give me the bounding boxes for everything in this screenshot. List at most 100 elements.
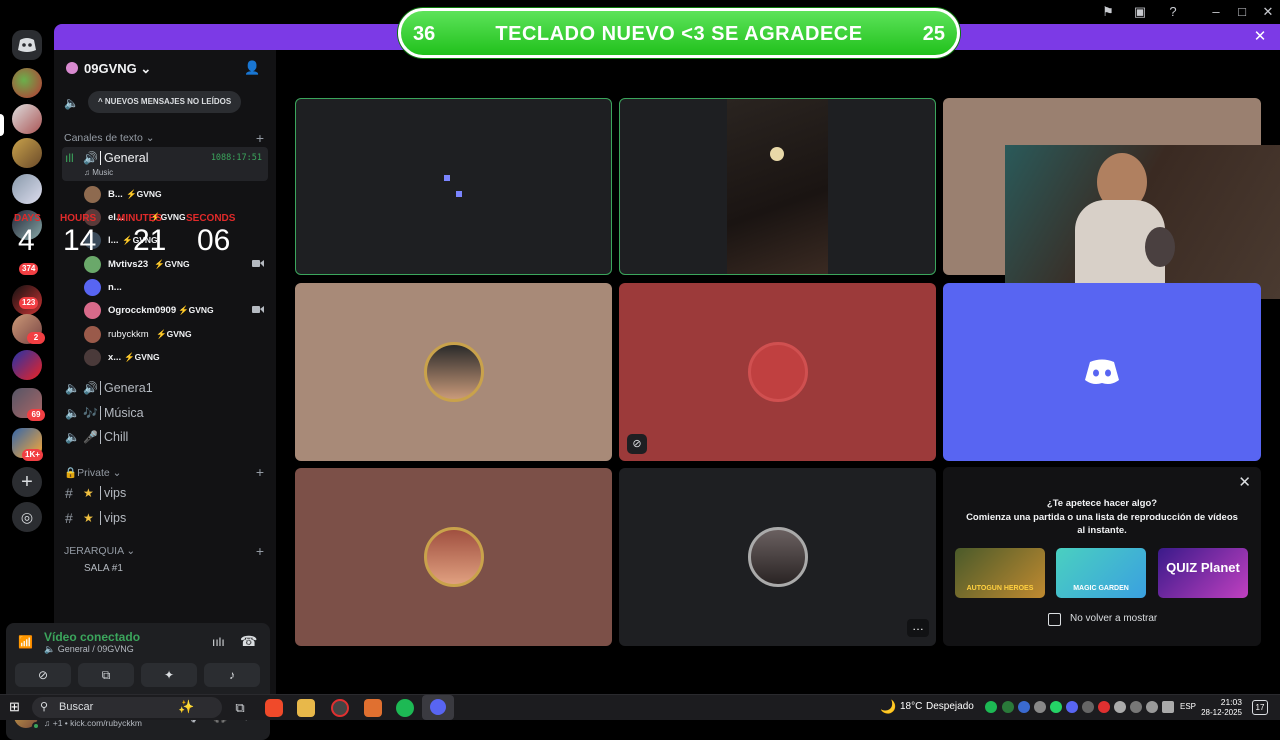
clock-date[interactable]: 28-12-2025: [1196, 708, 1242, 717]
voice-user[interactable]: Mvtivs23 ⚡GVNG: [82, 254, 268, 276]
game-autogun-heroes[interactable]: AUTOGUN HEROES: [955, 548, 1045, 598]
soundboard-button[interactable]: ♪: [204, 663, 260, 687]
channel-general[interactable]: ıll 🔊 General 1088:17:51 ♫ Music: [62, 147, 268, 181]
clock-time[interactable]: 21:03: [1202, 697, 1242, 707]
disconnect-icon[interactable]: ☎: [240, 633, 257, 650]
camera-off-icon: ⊘: [37, 668, 49, 682]
minimize-icon[interactable]: –: [1207, 3, 1225, 21]
noise-suppression-icon[interactable]: ıılı: [212, 635, 225, 649]
channel-musica[interactable]: 🔈 🎶 Música: [62, 402, 268, 426]
add-channel-icon[interactable]: +: [256, 130, 264, 146]
video-tile[interactable]: …: [619, 468, 936, 646]
microphone: [1145, 227, 1175, 267]
weather-desc[interactable]: Despejado: [926, 701, 974, 712]
channel-vips[interactable]: # ★ vips: [62, 507, 268, 531]
close-icon[interactable]: ✕: [1238, 473, 1251, 491]
explore-compass-icon[interactable]: ◎: [12, 502, 42, 532]
voice-user[interactable]: l... ⚡GVNG: [82, 230, 268, 252]
tray-bluetooth-icon[interactable]: [1018, 701, 1030, 713]
server-frog-icon[interactable]: [12, 68, 42, 98]
screen-share-button[interactable]: ⧉: [78, 663, 134, 687]
voice-user[interactable]: x... ⚡GVNG: [82, 347, 268, 369]
voice-user[interactable]: n...: [82, 277, 268, 299]
discord-taskbar-button[interactable]: [422, 695, 454, 720]
app-orange-icon[interactable]: [364, 699, 382, 717]
channel-vips[interactable]: # ★ vips: [62, 482, 268, 506]
search-icon: ⚲: [40, 701, 49, 713]
tray-discord-icon[interactable]: [1066, 701, 1078, 713]
tray-spotify-icon[interactable]: [985, 701, 997, 713]
server-rubyckkm-icon[interactable]: [12, 138, 42, 168]
unread-messages-pill[interactable]: ^ NUEVOS MENSAJES NO LEÍDOS: [88, 91, 242, 113]
camera-off-button[interactable]: ⊘: [15, 663, 71, 687]
task-view-icon[interactable]: ⧉: [231, 699, 249, 717]
voice-user[interactable]: Ogrocckm0909 ⚡GVNG: [82, 300, 268, 322]
avatar: [84, 326, 101, 343]
close-window-icon[interactable]: ✕: [1259, 3, 1277, 21]
category-jerarquia[interactable]: JERARQUIA ⌄: [64, 545, 135, 557]
voice-user[interactable]: el... ⚡GVNG: [82, 207, 268, 229]
discord-home-icon[interactable]: [12, 30, 42, 60]
tray-whatsapp-icon[interactable]: [1050, 701, 1062, 713]
video-tile[interactable]: [295, 98, 612, 275]
video-tile[interactable]: [295, 283, 612, 461]
add-server-icon[interactable]: +: [12, 467, 42, 497]
add-channel-icon[interactable]: +: [256, 543, 264, 559]
more-options-icon[interactable]: …: [907, 619, 929, 637]
weather-temp[interactable]: 18°C: [900, 701, 922, 712]
channel-generai[interactable]: 🔈 🔊 Genera1: [62, 377, 268, 401]
tray-network-icon[interactable]: [1162, 701, 1174, 713]
voice-user[interactable]: B... ⚡GVNG: [82, 184, 268, 206]
video-tile[interactable]: [619, 98, 936, 275]
file-explorer-icon[interactable]: [297, 699, 315, 717]
channel-chill[interactable]: 🔈 🎤 Chill: [62, 426, 268, 450]
brave-browser-icon[interactable]: [265, 699, 283, 717]
help-icon[interactable]: ?: [1164, 3, 1182, 21]
server-avatar-icon[interactable]: [12, 174, 42, 204]
notification-count-icon[interactable]: 17: [1252, 700, 1268, 715]
tray-obs-icon[interactable]: [1098, 701, 1110, 713]
star-icon: ★: [83, 486, 94, 500]
channel-sala-partial[interactable]: SALA #1: [84, 563, 123, 574]
maximize-icon[interactable]: □: [1233, 3, 1251, 21]
server-name[interactable]: 09GVNG ⌄: [84, 61, 151, 77]
tray-app-icon[interactable]: [1002, 701, 1014, 713]
keyboard-language[interactable]: ESP: [1180, 702, 1196, 711]
voice-location[interactable]: 🔈 General / 09GVNG: [44, 644, 134, 655]
popout-icon[interactable]: ▣: [1131, 3, 1149, 21]
timer-label-minutes: MINUTES: [117, 213, 162, 224]
game-quiz-planet[interactable]: QUIZ Planet: [1158, 548, 1248, 598]
voice-status[interactable]: Vídeo conectado: [44, 630, 140, 644]
voice-user-name: rubyckkm: [108, 329, 149, 340]
add-channel-icon[interactable]: +: [256, 464, 264, 480]
inbox-flag-icon[interactable]: ⚑: [1099, 3, 1117, 21]
video-tile[interactable]: ⊘: [619, 283, 936, 461]
tray-app-icon[interactable]: [1130, 701, 1142, 713]
windows-start-icon[interactable]: ⊞: [9, 700, 23, 714]
invite-people-icon[interactable]: 👤: [244, 60, 260, 76]
close-banner-icon[interactable]: ✕: [1253, 28, 1267, 46]
activities-button[interactable]: ✦: [141, 663, 197, 687]
selected-pill: [0, 114, 4, 136]
game-magic-garden[interactable]: MAGIC GARDEN: [1056, 548, 1146, 598]
category-text-channels[interactable]: Canales de texto ⌄: [64, 132, 155, 144]
category-private[interactable]: 🔒Private ⌄: [64, 466, 121, 479]
avatar: [84, 302, 101, 319]
weather-icon[interactable]: 🌙: [880, 699, 896, 715]
tray-steam-icon[interactable]: [1082, 701, 1094, 713]
video-tile[interactable]: [943, 283, 1261, 461]
video-tile[interactable]: [295, 468, 612, 646]
dont-show-again-checkbox[interactable]: [1048, 613, 1061, 626]
tray-mic-icon[interactable]: [1146, 701, 1158, 713]
server-folder-icon[interactable]: [12, 104, 42, 134]
spotify-icon[interactable]: [396, 699, 414, 717]
obs-icon[interactable]: [331, 699, 349, 717]
taskbar-search[interactable]: ⚲ Buscar ✨: [32, 697, 222, 718]
channel-sidebar: 09GVNG ⌄ 👤 🔈 ^ NUEVOS MENSAJES NO LEÍDOS…: [6, 50, 276, 740]
tray-app-icon[interactable]: [1114, 701, 1126, 713]
voice-user[interactable]: rubyckkm ⚡GVNG: [82, 324, 268, 346]
avatar: [424, 527, 484, 587]
server-flag-icon[interactable]: [12, 350, 42, 380]
tray-app-icon[interactable]: [1034, 701, 1046, 713]
timer-seconds: 06: [197, 224, 231, 257]
